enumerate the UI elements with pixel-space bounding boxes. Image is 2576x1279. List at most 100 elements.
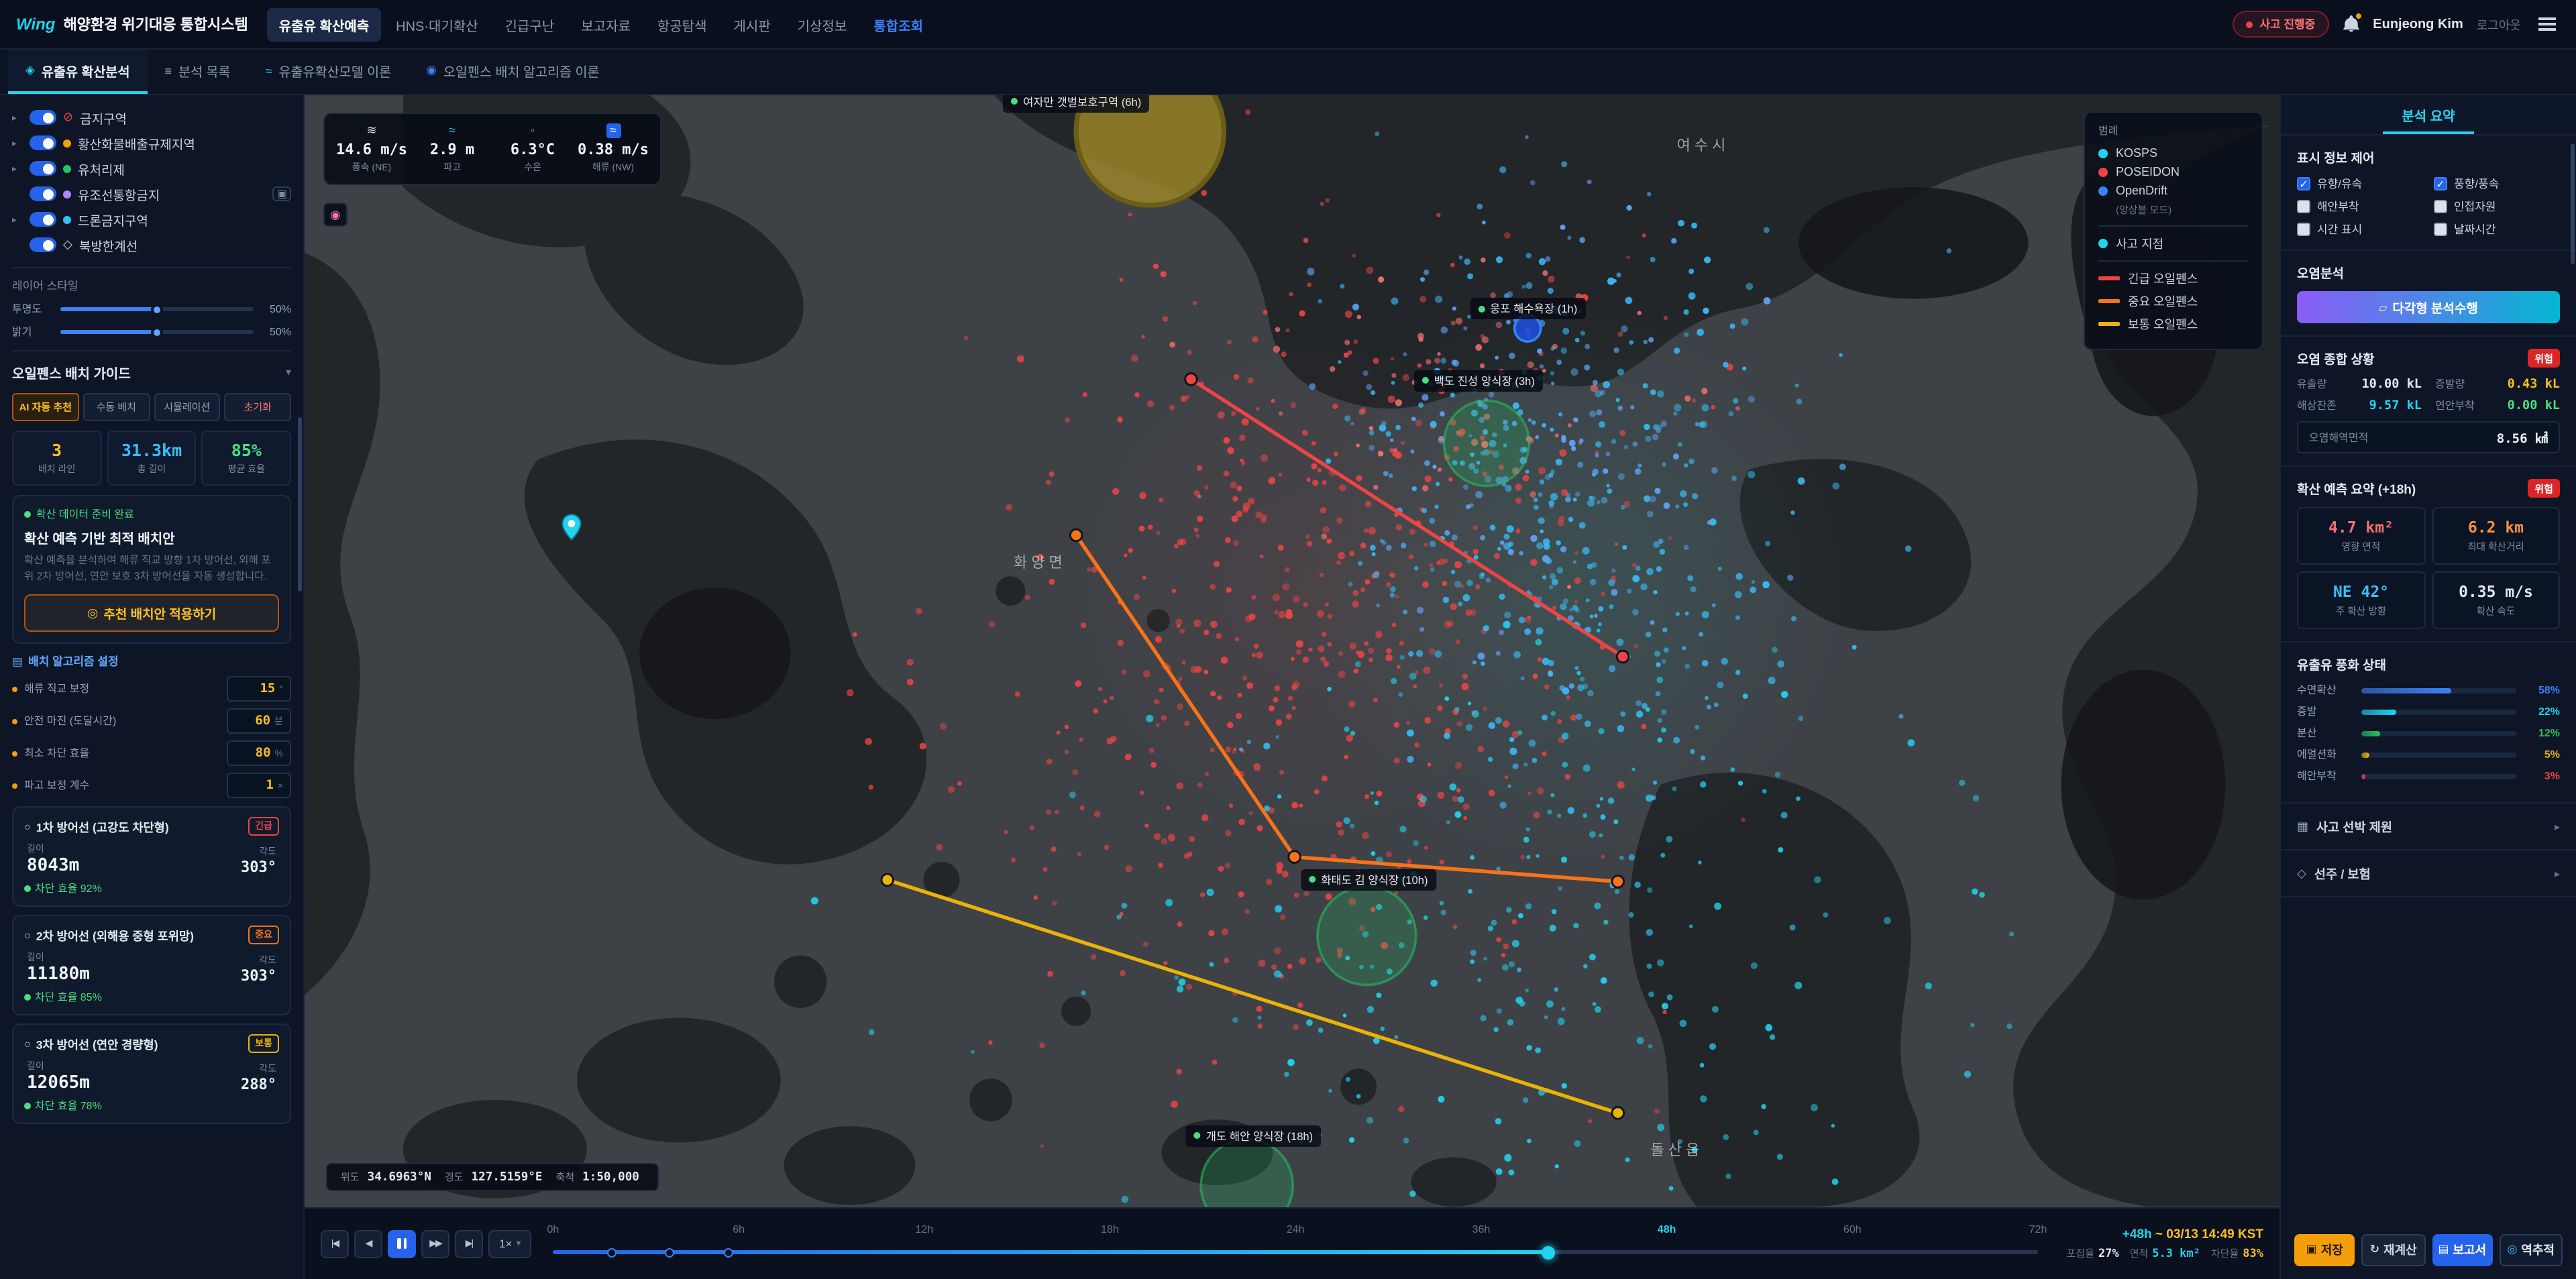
expand-icon[interactable]: ▸ xyxy=(12,214,23,225)
display-check[interactable]: ✓유향/유속 xyxy=(2297,176,2423,192)
shield-icon: ○ xyxy=(24,1038,31,1050)
fence-vertex-handle[interactable] xyxy=(1289,851,1301,863)
step-back-button[interactable]: ◀ xyxy=(354,1229,382,1258)
length-value: 8043m xyxy=(27,856,79,876)
save-button[interactable]: ▣저장 xyxy=(2294,1233,2355,1266)
timeline-event-marker[interactable] xyxy=(608,1247,617,1257)
fence-vertex-handle[interactable] xyxy=(1612,1107,1624,1119)
pause-button[interactable] xyxy=(388,1229,416,1258)
timeline-event-marker[interactable] xyxy=(724,1247,733,1257)
setting-input[interactable]: 80% xyxy=(227,740,291,766)
display-check[interactable]: 날짜시간 xyxy=(2434,221,2560,237)
collapsed-section-1[interactable]: ◇선주 / 보험▸ xyxy=(2281,850,2576,897)
collapsed-section-0[interactable]: ▦사고 선박 제원▸ xyxy=(2281,803,2576,850)
fast-forward-button[interactable]: ▶▶ xyxy=(421,1229,449,1258)
sidebar-scrollbar[interactable] xyxy=(298,417,302,592)
display-check[interactable]: 인접자원 xyxy=(2434,199,2560,215)
expand-icon[interactable]: ▸ xyxy=(12,163,23,174)
user-name[interactable]: Eunjeong Kim xyxy=(2373,17,2463,32)
menu-button[interactable] xyxy=(2534,14,2560,35)
timeline-thumb[interactable] xyxy=(1542,1245,1555,1259)
tick-48h[interactable]: 48h xyxy=(1658,1223,1676,1235)
nav-item-1[interactable]: HNS·대기확산 xyxy=(384,7,490,41)
fence-mode-0[interactable]: AI 자동 추천 xyxy=(12,393,79,421)
poi-marker[interactable]: 개도 해안 양식장 (18h) xyxy=(1186,1125,1321,1147)
fence-vertex-handle[interactable] xyxy=(1617,651,1629,663)
apply-plan-button[interactable]: ◎ 추천 배치안 적용하기 xyxy=(24,594,279,632)
fence-vertex-handle[interactable] xyxy=(1185,374,1197,386)
logout-button[interactable]: 로그아웃 xyxy=(2477,15,2521,33)
poi-marker[interactable]: 여자만 갯벌보호구역 (6h) xyxy=(1003,95,1149,113)
poi-marker[interactable]: 백도 진성 양식장 (3h) xyxy=(1414,370,1543,392)
defense-line-card[interactable]: ○2차 방어선 (외해용 중형 포위망)중요길이11180m각도303°차단 효… xyxy=(12,915,291,1015)
incident-status-badge[interactable]: 사고 진행중 xyxy=(2233,11,2328,38)
notifications-button[interactable] xyxy=(2342,15,2359,34)
expand-icon[interactable]: ▸ xyxy=(12,112,23,123)
nav-item-0[interactable]: 유출유 확산예측 xyxy=(267,7,381,41)
oil-fence-line[interactable] xyxy=(888,880,1618,1113)
timeline-event-marker[interactable] xyxy=(664,1247,674,1257)
skip-start-button[interactable]: |◀ xyxy=(321,1229,349,1258)
display-check[interactable]: 해안부착 xyxy=(2297,199,2423,215)
expand-icon[interactable]: ▸ xyxy=(12,137,23,148)
skip-end-button[interactable]: ▶| xyxy=(455,1229,483,1258)
layer-label: 황산화물배출규제지역 xyxy=(78,133,195,152)
display-check[interactable]: ✓풍향/풍속 xyxy=(2434,176,2560,192)
opacity-slider[interactable] xyxy=(60,307,254,311)
nav-item-5[interactable]: 게시판 xyxy=(722,7,783,41)
fence-mode-3[interactable]: 초기화 xyxy=(225,393,292,421)
timeline-track[interactable] xyxy=(553,1250,2038,1254)
nav-item-3[interactable]: 보고자료 xyxy=(569,7,643,41)
location-pin-icon[interactable] xyxy=(562,513,582,547)
nav-item-7[interactable]: 통합조회 xyxy=(861,7,935,41)
layer-settings-button[interactable]: ▣ xyxy=(273,186,291,201)
track-button[interactable]: ◎역추적 xyxy=(2500,1233,2563,1266)
brightness-slider[interactable] xyxy=(60,330,254,334)
fence-vertex-handle[interactable] xyxy=(881,874,894,886)
layer-toggle[interactable] xyxy=(30,186,56,201)
sample-tool-button[interactable]: ◉ xyxy=(323,203,347,227)
display-check[interactable]: 시간 표시 xyxy=(2297,221,2423,237)
setting-input[interactable]: 15° xyxy=(227,676,291,702)
tick-12h[interactable]: 12h xyxy=(915,1223,933,1235)
tick-24h[interactable]: 24h xyxy=(1287,1223,1305,1235)
layer-toggle[interactable] xyxy=(30,161,56,176)
nav-item-4[interactable]: 항공탐색 xyxy=(645,7,719,41)
tick-60h[interactable]: 60h xyxy=(1843,1223,1862,1235)
tick-72h[interactable]: 72h xyxy=(2029,1223,2047,1235)
layer-toggle[interactable] xyxy=(30,135,56,150)
speed-select[interactable]: 1×▾ xyxy=(488,1229,531,1258)
panel-title[interactable]: 분석 요약 xyxy=(2383,95,2473,134)
fence-mode-2[interactable]: 시뮬레이션 xyxy=(154,393,221,421)
tab-3[interactable]: ◉오일펜스 배치 알고리즘 이론 xyxy=(409,50,616,94)
fence-vertex-handle[interactable] xyxy=(1612,876,1624,888)
tab-0[interactable]: ◈유출유 확산분석 xyxy=(8,50,148,94)
nav-item-2[interactable]: 긴급구난 xyxy=(493,7,567,41)
poi-marker[interactable]: 화태도 김 양식장 (10h) xyxy=(1301,869,1436,891)
map-canvas[interactable]: 여수시화양면돌산읍 여자만 갯벌보호구역 (6h)웅포 해수욕장 (1h)백도 … xyxy=(305,95,2279,1207)
tick-18h[interactable]: 18h xyxy=(1101,1223,1119,1235)
panel-scrollbar[interactable] xyxy=(2571,144,2575,264)
tab-2[interactable]: ≈유출유확산모델 이론 xyxy=(248,50,409,94)
slider-thumb[interactable] xyxy=(151,326,163,338)
layer-toggle[interactable] xyxy=(30,212,56,227)
defense-line-card[interactable]: ○3차 방어선 (연안 경량형)보통길이12065m각도288°차단 효율 78… xyxy=(12,1023,291,1124)
nav-item-6[interactable]: 기상정보 xyxy=(786,7,859,41)
setting-input[interactable]: 1× xyxy=(227,773,291,798)
tab-1[interactable]: ≡분석 목록 xyxy=(148,50,248,94)
polygon-analysis-button[interactable]: ▱ 다각형 분석수행 xyxy=(2297,291,2560,323)
defense-line-card[interactable]: ○1차 방어선 (고강도 차단형)긴급길이8043m각도303°차단 효율 92… xyxy=(12,806,291,907)
layer-toggle[interactable] xyxy=(30,110,56,125)
tick-0h[interactable]: 0h xyxy=(547,1223,559,1235)
tick-6h[interactable]: 6h xyxy=(733,1223,745,1235)
fence-mode-1[interactable]: 수동 배치 xyxy=(83,393,150,421)
setting-input[interactable]: 60분 xyxy=(227,708,291,734)
poi-marker[interactable]: 웅포 해수욕장 (1h) xyxy=(1470,298,1585,319)
layer-toggle[interactable] xyxy=(30,237,56,252)
fence-vertex-handle[interactable] xyxy=(1070,529,1082,541)
report-button[interactable]: ▤보고서 xyxy=(2432,1233,2493,1266)
tick-36h[interactable]: 36h xyxy=(1472,1223,1491,1235)
fence-guide-header[interactable]: 오일펜스 배치 가이드 ▾ xyxy=(12,350,291,390)
slider-thumb[interactable] xyxy=(151,303,163,315)
plain-button[interactable]: ↻재계산 xyxy=(2362,1233,2426,1266)
